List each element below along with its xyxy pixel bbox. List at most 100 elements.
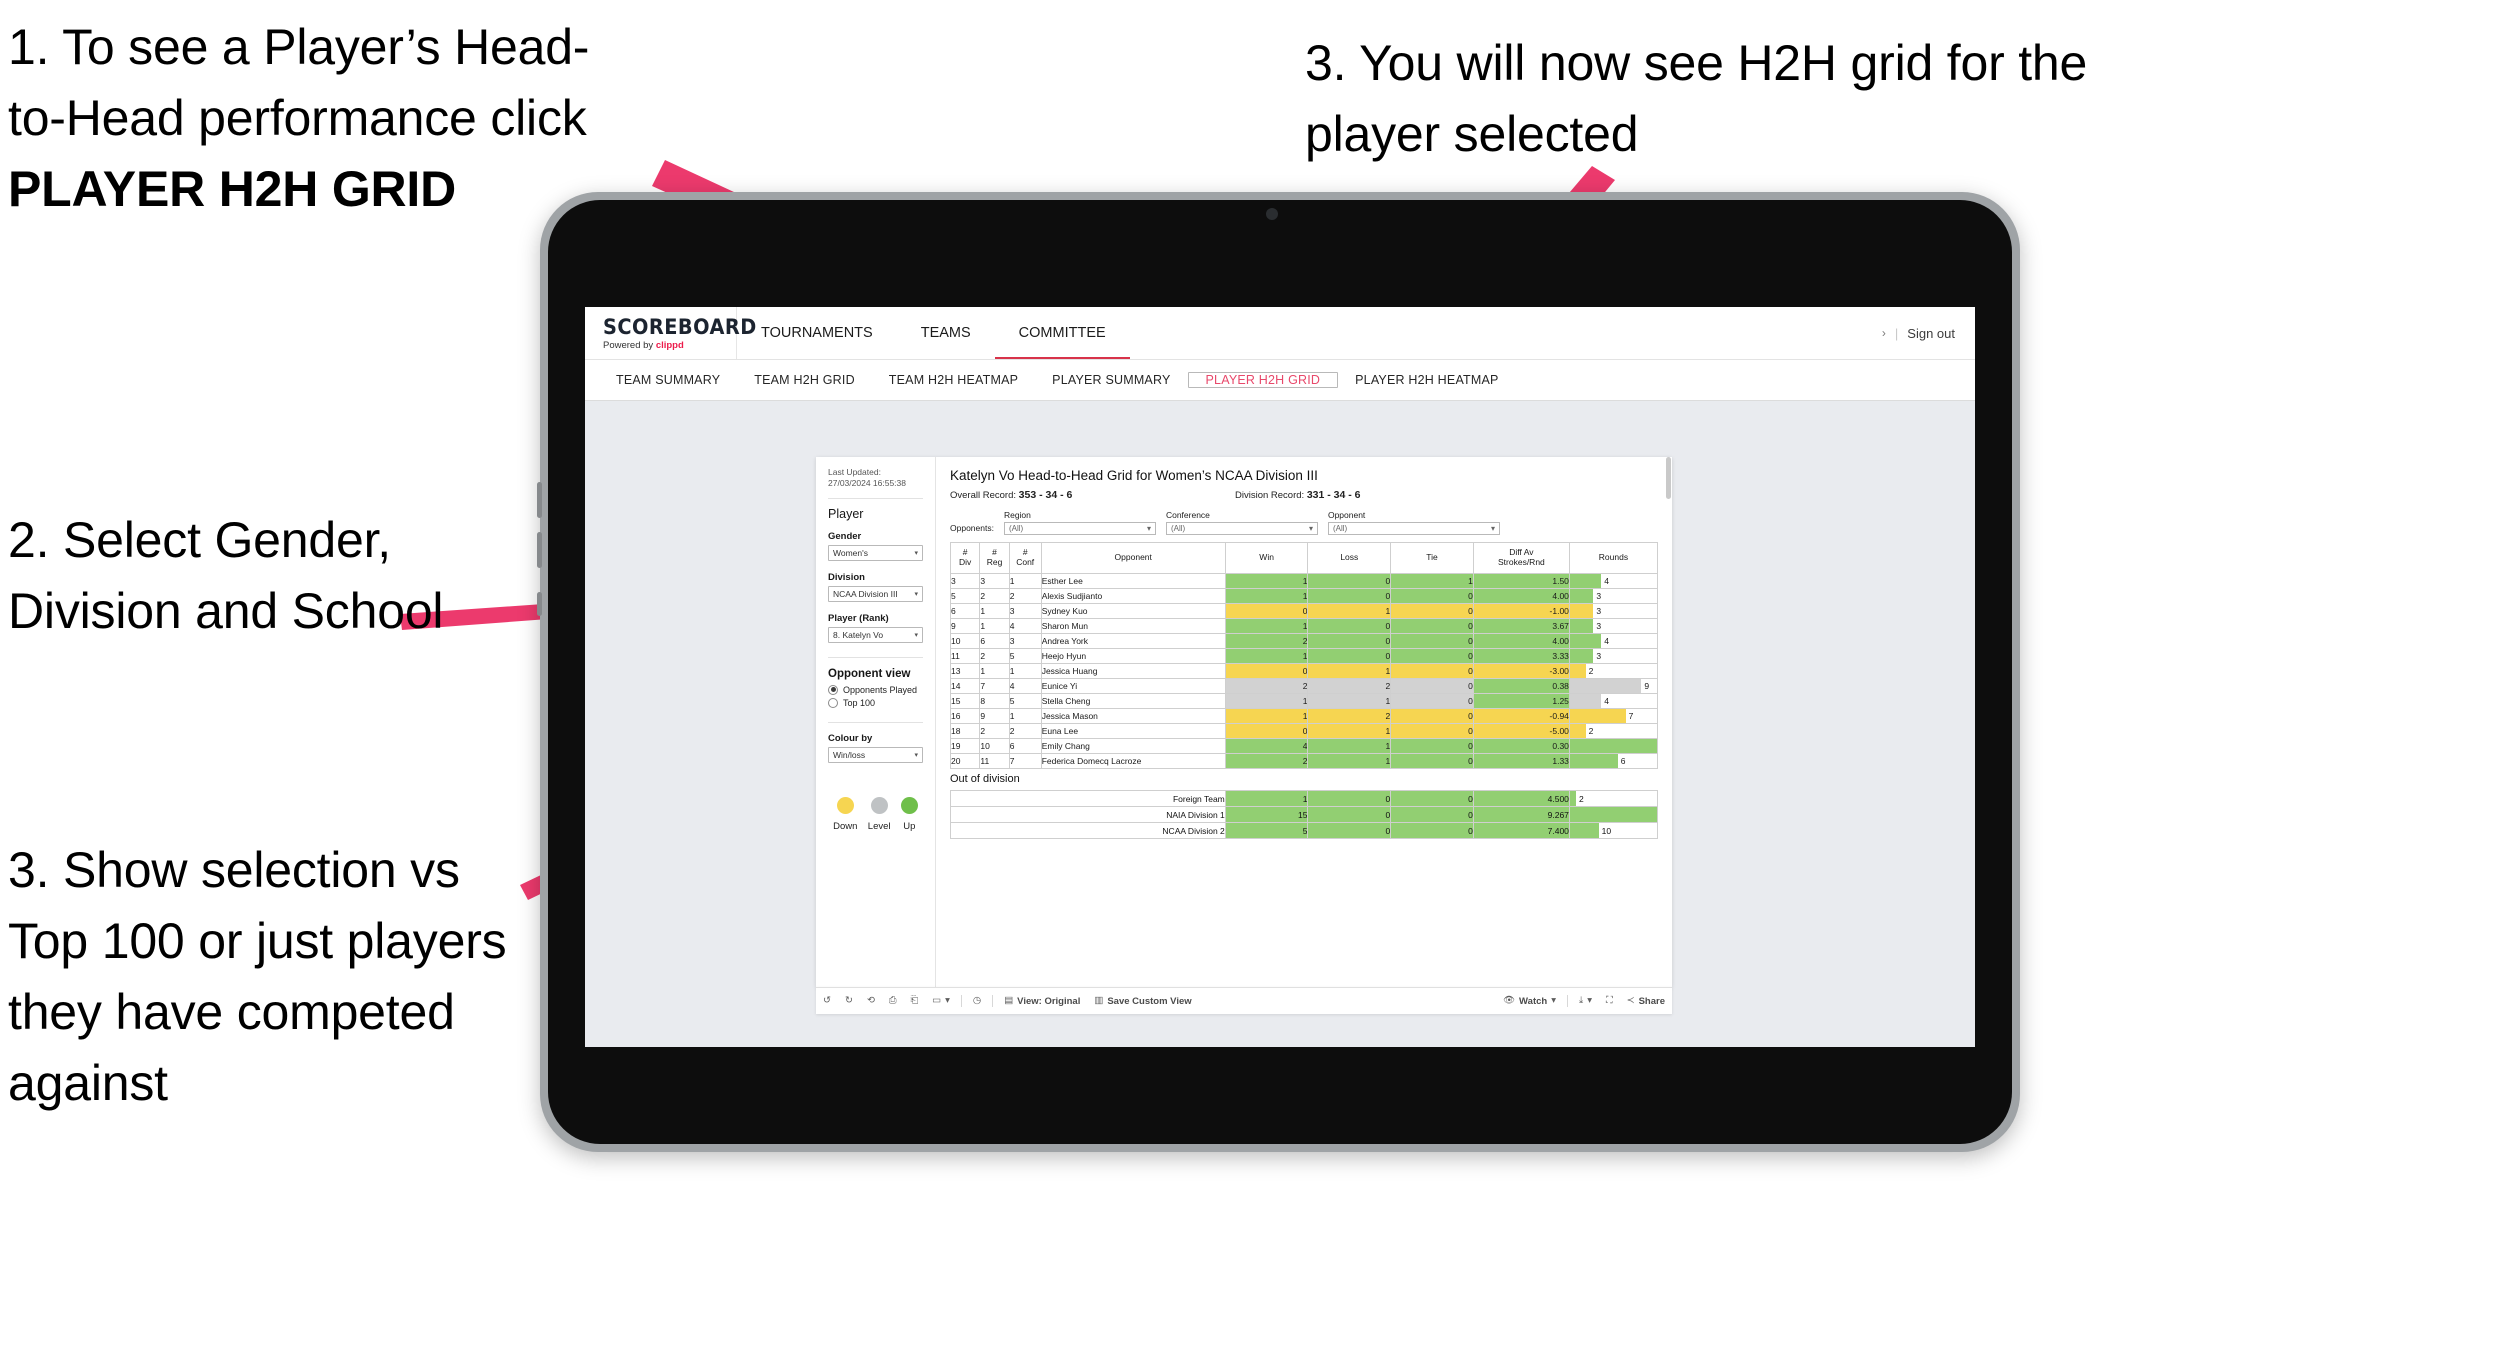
division-select[interactable]: NCAA Division III ▾ (828, 585, 923, 602)
col-header-diff-av-strokes-rnd[interactable]: Diff Av Strokes/Rnd (1472, 542, 1570, 574)
opponent-select[interactable]: (All) ▾ (1327, 522, 1500, 535)
topnav-committee[interactable]: COMMITTEE (994, 307, 1130, 359)
cell-rounds: 4 (1568, 693, 1659, 709)
gender-filter[interactable]: Gender Women's ▾ (828, 531, 923, 561)
download-button[interactable]: ⤓ ▾ (1572, 996, 1599, 1006)
cell-ood-tie: 0 (1390, 822, 1474, 839)
subnav-player-summary[interactable]: PLAYER SUMMARY (1035, 373, 1187, 387)
table-row[interactable]: 19106Emily Chang4100.3011 (949, 738, 1659, 754)
col-header-rounds[interactable]: Rounds (1568, 542, 1659, 574)
sign-out-link[interactable]: Sign out (1907, 326, 1955, 341)
cell-rounds: 7 (1568, 708, 1659, 724)
account-area: › | Sign out (1882, 307, 1975, 359)
subnav-team-h2h-heatmap[interactable]: TEAM H2H HEATMAP (872, 373, 1035, 387)
cell-diff-av-strokes: 3.67 (1472, 618, 1570, 634)
colour-by-filter[interactable]: Colour by Win/loss ▾ (828, 733, 923, 763)
opponent-label: Opponent (1327, 510, 1366, 520)
view-original-button[interactable]: ▤ View: Original (997, 996, 1087, 1007)
brand-logo[interactable]: SCOREBOARD Powered by clippd (585, 307, 756, 359)
cell-loss: 2 (1307, 708, 1392, 724)
watch-button[interactable]: 👁 Watch ▾ (1496, 996, 1563, 1007)
gender-select[interactable]: Women's ▾ (828, 544, 923, 561)
col-header-tie[interactable]: Tie (1390, 542, 1474, 574)
power-button[interactable] (537, 592, 542, 616)
col-header-reg[interactable]: # Reg (979, 542, 1010, 574)
topnav-teams[interactable]: TEAMS (897, 307, 995, 359)
cell-reg: 11 (979, 753, 1010, 769)
conference-select[interactable]: (All) ▾ (1165, 522, 1318, 535)
workbook-canvas: Last Updated: 27/03/2024 16:55:38 Player… (585, 401, 1975, 1047)
history-button[interactable]: ◷ (966, 996, 988, 1006)
record-summary: Overall Record: 353 - 34 - 6 Division Re… (950, 489, 1658, 501)
region-select[interactable]: (All) ▾ (1003, 522, 1156, 535)
layout-button[interactable]: ▭ ▾ (925, 996, 957, 1006)
radio-top-100-label: Top 100 (843, 697, 876, 708)
radio-opponents-played[interactable]: Opponents Played (828, 684, 923, 695)
col-header-div[interactable]: # Div (949, 542, 981, 574)
colour-by-select[interactable]: Win/loss ▾ (828, 746, 923, 763)
opponent-filter[interactable]: Opponent (All) ▾ (1327, 510, 1500, 535)
last-updated-label: Last Updated: 27/03/2024 16:55:38 (828, 467, 906, 489)
out-of-division-row[interactable]: NCAA Division 2 5 0 0 7.400 10 (950, 822, 1659, 839)
cell-diff-av-strokes: -3.00 (1472, 663, 1570, 679)
cell-opponent: Eunice Yi (1040, 678, 1226, 694)
fullscreen-button[interactable]: ⛶ (1599, 996, 1620, 1006)
region-filter[interactable]: Region (All) ▾ (1003, 510, 1156, 535)
table-row[interactable]: 11 2 5 Heejo Hyun 1 0 0 3.33 3 (949, 648, 1659, 664)
out-of-division-row[interactable]: Foreign Team 1 0 0 4.500 2 (950, 790, 1659, 807)
table-row[interactable]: 20 11 7 Federica Domecq Lacroze 2 1 0 1.33 6 (949, 753, 1659, 769)
player-rank-select[interactable]: 8. Katelyn Vo ▾ (828, 626, 923, 643)
col-header-conf[interactable]: # Conf (1008, 542, 1042, 574)
cell-div: 16 (949, 708, 981, 724)
conference-filter[interactable]: Conference (All) ▾ (1165, 510, 1318, 535)
vertical-scrollbar[interactable] (1666, 457, 1671, 499)
divider: | (1894, 325, 1899, 341)
col-header-loss[interactable]: Loss (1307, 542, 1392, 574)
table-row[interactable]: 6 1 3 Sydney Kuo 0 1 0 -1.00 3 (949, 603, 1659, 619)
revert-icon: ⟲ (866, 995, 875, 1007)
volume-button-up[interactable] (537, 482, 542, 518)
table-row[interactable]: 5 2 2 Alexis Sudjianto 1 0 0 4.00 3 (949, 588, 1659, 604)
cell-rounds: 3 (1568, 603, 1659, 619)
topnav-tournaments[interactable]: TOURNAMENTS (737, 307, 897, 359)
volume-button-down[interactable] (537, 532, 542, 568)
divider (828, 656, 923, 658)
table-row[interactable]: 15 8 5 Stella Cheng 1 1 0 1.25 4 (949, 693, 1659, 709)
subnav-player-h2h-heatmap[interactable]: PLAYER H2H HEATMAP (1338, 373, 1515, 387)
table-row[interactable]: 14 7 4 Eunice Yi 2 2 0 0.38 9 (949, 678, 1659, 694)
cell-win: 4 (1224, 738, 1309, 754)
save-custom-view-button[interactable]: ▥ Save Custom View (1087, 996, 1198, 1007)
table-row[interactable]: 18 2 2 Euna Lee 0 1 0 -5.00 2 (949, 723, 1659, 739)
subnav-team-summary[interactable]: TEAM SUMMARY (599, 373, 737, 387)
chevron-right-icon[interactable]: › (1882, 326, 1886, 340)
col-header-opponent[interactable]: Opponent (1040, 542, 1226, 574)
redo-button[interactable]: ↻ (838, 996, 860, 1006)
division-filter[interactable]: Division NCAA Division III ▾ (828, 572, 923, 602)
cell-loss: 1 (1307, 663, 1392, 679)
cell-win: 1 (1224, 618, 1309, 634)
table-row[interactable]: 3 3 1 Esther Lee 1 0 1 1.50 4 (949, 573, 1659, 589)
player-rank-filter[interactable]: Player (Rank) 8. Katelyn Vo ▾ (828, 613, 923, 643)
share-button[interactable]: ≺ Share (1620, 996, 1672, 1007)
refresh-data-button[interactable]: ⎙ (882, 996, 904, 1006)
cell-reg: 10 (979, 738, 1010, 754)
subnav-player-h2h-grid[interactable]: PLAYER H2H GRID (1187, 372, 1339, 388)
cell-opponent: Heejo Hyun (1040, 648, 1226, 664)
table-row[interactable]: 10 6 3 Andrea York 2 0 0 4.00 4 (949, 633, 1659, 649)
radio-top-100[interactable]: Top 100 (828, 697, 923, 708)
cell-tie: 0 (1390, 648, 1474, 664)
cell-ood-diff: 4.500 (1472, 790, 1570, 807)
table-row[interactable]: 9 1 4 Sharon Mun 1 0 0 3.67 3 (949, 618, 1659, 634)
radio-unselected-icon (828, 697, 838, 708)
pause-updates-button[interactable]: ⎗ (904, 996, 926, 1006)
table-row[interactable]: 13 1 1 Jessica Huang 0 1 0 -3.00 2 (949, 663, 1659, 679)
undo-button[interactable]: ↺ (816, 996, 838, 1006)
table-row[interactable]: 16 9 1 Jessica Mason 1 2 0 -0.94 7 (949, 708, 1659, 724)
cell-diff-av-strokes: -0.94 (1472, 708, 1570, 724)
cell-conf: 5 (1008, 648, 1042, 664)
subnav-team-h2h-grid[interactable]: TEAM H2H GRID (737, 373, 872, 387)
col-header-win[interactable]: Win (1224, 542, 1309, 574)
share-icon: ≺ (1626, 995, 1635, 1007)
revert-button[interactable]: ⟲ (860, 996, 882, 1006)
out-of-division-row[interactable]: NAIA Division 115009.26730 (950, 806, 1659, 823)
